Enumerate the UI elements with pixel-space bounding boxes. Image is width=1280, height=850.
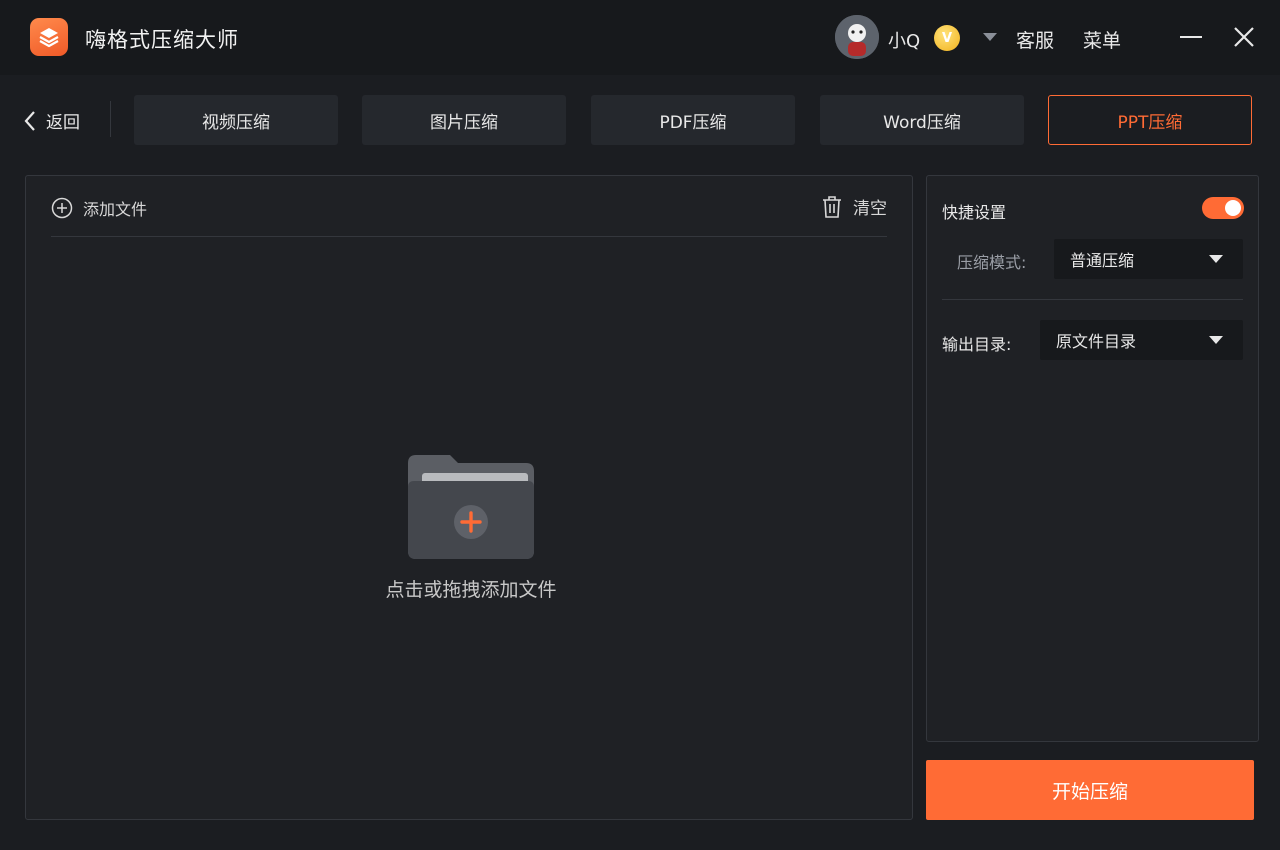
compress-mode-value: 普通压缩: [1070, 251, 1135, 270]
back-label: 返回: [46, 113, 80, 133]
app-title: 嗨格式压缩大师: [85, 28, 239, 52]
minimize-icon[interactable]: [1180, 36, 1202, 38]
menu-link[interactable]: 菜单: [1083, 26, 1121, 53]
settings-panel: 快捷设置 压缩模式: 普通压缩 输出目录: 原文件目录: [926, 175, 1259, 742]
clear-button[interactable]: 清空: [821, 194, 887, 219]
nav-divider: [110, 101, 111, 137]
add-file-button[interactable]: 添加文件: [51, 196, 147, 220]
clear-label: 清空: [853, 199, 887, 219]
drop-hint: 点击或拖拽添加文件: [385, 579, 557, 601]
chevron-down-icon: [1209, 255, 1223, 263]
output-dir-value: 原文件目录: [1056, 332, 1137, 351]
compress-mode-label: 压缩模式:: [957, 253, 1027, 272]
add-file-label: 添加文件: [83, 200, 148, 219]
panel-divider: [51, 236, 887, 237]
chevron-down-icon: [1209, 336, 1223, 344]
tab-pdf-compress[interactable]: PDF压缩: [591, 95, 795, 145]
title-bar: 嗨格式压缩大师 小Q V 客服 菜单: [0, 0, 1280, 75]
back-button[interactable]: 返回: [22, 108, 80, 133]
app-logo-icon: [30, 18, 68, 56]
settings-divider: [942, 299, 1243, 300]
add-circle-icon: [51, 197, 73, 219]
file-drop-zone[interactable]: 点击或拖拽添加文件: [366, 451, 576, 611]
toggle-knob: [1225, 200, 1241, 216]
vip-badge-icon: V: [934, 25, 960, 51]
compress-mode-select[interactable]: 普通压缩: [1054, 239, 1243, 279]
folder-add-icon: [408, 455, 534, 559]
chevron-left-icon: [24, 110, 35, 131]
tab-image-compress[interactable]: 图片压缩: [362, 95, 566, 145]
tab-video-compress[interactable]: 视频压缩: [134, 95, 338, 145]
user-dropdown-icon[interactable]: [983, 33, 997, 41]
quick-settings-toggle[interactable]: [1202, 197, 1244, 219]
output-dir-label: 输出目录:: [942, 335, 1012, 354]
close-icon[interactable]: [1232, 25, 1256, 49]
trash-icon: [823, 195, 841, 218]
tab-ppt-compress[interactable]: PPT压缩: [1048, 95, 1252, 145]
output-dir-select[interactable]: 原文件目录: [1040, 320, 1243, 360]
tab-word-compress[interactable]: Word压缩: [820, 95, 1024, 145]
quick-settings-label: 快捷设置: [942, 203, 1007, 222]
start-compress-button[interactable]: 开始压缩: [926, 760, 1254, 820]
username[interactable]: 小Q: [888, 27, 920, 53]
file-panel: 添加文件 清空 点击或拖拽添加文件: [25, 175, 913, 820]
customer-service-link[interactable]: 客服: [1016, 26, 1054, 53]
avatar[interactable]: [835, 15, 879, 59]
